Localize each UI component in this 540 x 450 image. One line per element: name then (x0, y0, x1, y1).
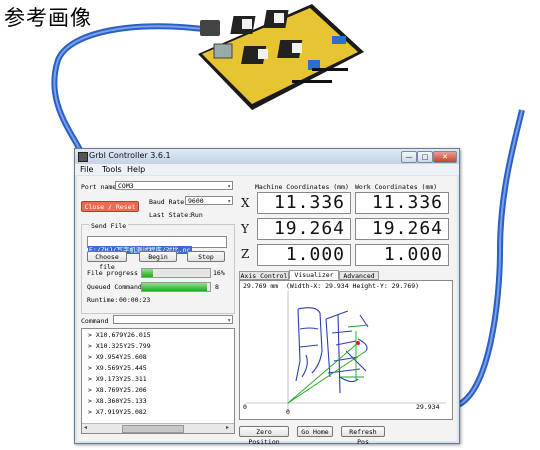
chevron-down-icon: ▾ (227, 198, 231, 205)
axis-y-label: Y (241, 222, 249, 236)
queued-commands-fill (142, 283, 207, 291)
axis-z-label: Z (241, 247, 250, 261)
tab-axis-control[interactable]: Axis Control (239, 271, 289, 280)
axis-x-label: X (241, 196, 250, 210)
visualizer-origin-left: 0 (243, 403, 247, 411)
toolpath-strokes (295, 307, 369, 394)
command-label: Command (81, 317, 109, 325)
horizontal-scrollbar[interactable]: ◂ ▸ (82, 423, 234, 433)
work-z-display: 1.000 (355, 244, 449, 266)
work-coords-header: Work Coordinates (mm) (355, 183, 438, 191)
file-progress-value: 16% (213, 269, 225, 277)
visualizer-origin-bottom: 0 (286, 408, 290, 416)
tab-visualizer[interactable]: Visualizer (289, 270, 339, 280)
last-state-value: Run (191, 211, 203, 219)
main-panel: Port name COM3 ▾ Close / Reset Baud Rate … (77, 176, 457, 446)
close-reset-button[interactable]: Close / Reset (81, 201, 139, 212)
console-line: > X9.569Y25.445 (88, 364, 147, 372)
menu-file[interactable]: File (80, 165, 93, 174)
queued-commands-bar (141, 282, 211, 292)
app-window: Grbl Controller 3.6.1 — □ ✕ File Tools H… (74, 148, 460, 446)
command-input[interactable]: ▾ (113, 315, 233, 324)
zero-position-button[interactable]: Zero Position (239, 426, 289, 446)
queued-commands-label: Queued Commands (87, 283, 146, 291)
caption: 参考画像 (4, 6, 92, 30)
stop-button[interactable]: Stop (187, 251, 225, 262)
visualizer-max-x: 29.934 (416, 403, 440, 411)
scroll-right-icon[interactable]: ▸ (226, 424, 229, 431)
console-line: > X9.173Y25.311 (88, 375, 147, 383)
file-path-input[interactable]: E:/ZHJ/写字机测试程序/对比.nc (87, 236, 227, 254)
machine-z-display: 1.000 (257, 244, 351, 266)
console-line: > X10.679Y26.015 (88, 331, 151, 339)
machine-x-display: 11.336 (257, 192, 351, 214)
port-name-label: Port name (81, 183, 117, 191)
go-home-button[interactable]: Go Home (297, 426, 333, 437)
guide-lines (287, 324, 369, 404)
port-select[interactable]: COM3 ▾ (115, 181, 233, 190)
console-line: > X7.919Y25.082 (88, 408, 147, 416)
scroll-thumb[interactable] (122, 425, 184, 433)
file-progress-fill (142, 269, 153, 277)
app-icon (78, 152, 88, 162)
close-button[interactable]: ✕ (433, 151, 457, 163)
console-line: > X9.954Y25.608 (88, 353, 147, 361)
toolpath-canvas (246, 291, 446, 411)
runtime-label: Runtime: (87, 296, 119, 304)
cnc-shield-photo (198, 4, 364, 110)
work-y-display: 19.264 (355, 218, 449, 240)
queued-commands-value: 8 (215, 283, 219, 291)
last-state-label: Last State: (149, 211, 193, 219)
maximize-button[interactable]: □ (417, 151, 433, 163)
console-line: > X8.360Y25.133 (88, 397, 147, 405)
minimize-button[interactable]: — (401, 151, 417, 163)
machine-coords-header: Machine Coordinates (mm) (255, 183, 349, 191)
tab-advanced[interactable]: Advanced (339, 271, 379, 280)
console-log[interactable]: > X10.679Y26.015 > X10.325Y25.799 > X9.9… (81, 328, 235, 434)
file-progress-bar (141, 268, 211, 278)
visualizer-panel: 29.769 mm (Width-X: 29.934 Height-Y: 29.… (239, 280, 453, 420)
choose-file-button[interactable]: Choose file (87, 251, 127, 271)
window-title: Grbl Controller 3.6.1 (89, 151, 171, 160)
chevron-down-icon: ▾ (227, 183, 231, 190)
console-line: > X10.325Y25.799 (88, 342, 151, 350)
menu-help[interactable]: Help (127, 165, 145, 174)
menu-tools[interactable]: Tools (102, 165, 122, 174)
machine-y-display: 19.264 (257, 218, 351, 240)
tool-position-marker (356, 341, 360, 345)
port-value: COM3 (118, 182, 134, 190)
work-x-display: 11.336 (355, 192, 449, 214)
baud-rate-select[interactable]: 9600 ▾ (185, 196, 233, 205)
refresh-pos-button[interactable]: Refresh Pos (341, 426, 385, 446)
baud-rate-value: 9600 (188, 197, 204, 205)
baud-rate-label: Baud Rate (149, 198, 185, 206)
chevron-down-icon: ▾ (227, 317, 231, 324)
send-file-legend: Send File (89, 222, 129, 230)
runtime-value: 00:00:23 (119, 296, 151, 304)
begin-button[interactable]: Begin (139, 251, 177, 262)
file-progress-label: File progress (87, 269, 138, 277)
console-line: > X8.769Y25.206 (88, 386, 147, 394)
title-bar[interactable]: Grbl Controller 3.6.1 — □ ✕ (75, 149, 459, 164)
scroll-left-icon[interactable]: ◂ (84, 424, 87, 431)
